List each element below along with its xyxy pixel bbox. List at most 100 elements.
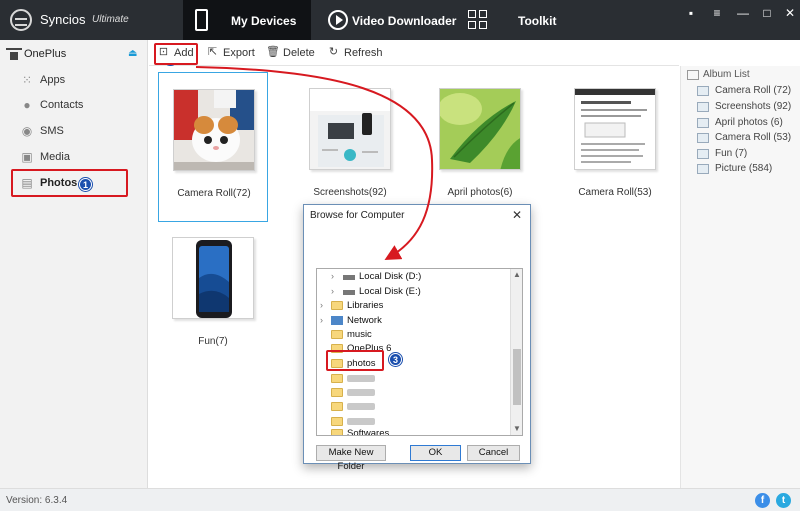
dialog-title: Browse for Computer (310, 210, 405, 221)
album-april-photos-6[interactable]: April photos(6) (425, 72, 535, 222)
tab-label: My Devices (231, 14, 297, 28)
tree-item-label: Network (347, 315, 382, 326)
redacted-label (347, 403, 375, 410)
scroll-down-icon[interactable]: ▼ (513, 424, 521, 433)
cancel-button[interactable]: Cancel (467, 445, 520, 461)
disk-icon (343, 290, 355, 295)
tree-item-network[interactable]: › Network (317, 314, 512, 328)
folder-icon (331, 417, 343, 426)
feedback-icon[interactable]: ▪ (684, 6, 698, 20)
chevron-right-icon[interactable]: › (320, 315, 323, 325)
status-bar: Version: 6.3.4 f t (0, 488, 800, 511)
tree-item-label: Libraries (347, 300, 384, 311)
device-selector[interactable]: OnePlus ⏏ (0, 43, 148, 65)
album-thumbnail (439, 88, 521, 170)
export-label: Export (223, 47, 255, 59)
photos-highlight-box (11, 169, 128, 197)
sidebar-item-contacts[interactable]: ● Contacts (0, 92, 148, 118)
delete-button[interactable]: 🗑 Delete (266, 46, 316, 62)
apps-icon: ⁙ (21, 73, 33, 87)
media-icon: ▣ (21, 150, 33, 164)
album-list-item[interactable]: Screenshots (92) (697, 99, 800, 115)
chevron-right-icon[interactable]: › (331, 286, 334, 296)
tree-item-libraries[interactable]: › Libraries (317, 299, 512, 313)
image-icon (697, 118, 709, 128)
album-list-item[interactable]: Picture (584) (697, 161, 800, 177)
sidebar-item-apps[interactable]: ⁙ Apps (0, 67, 148, 93)
tree-scrollbar[interactable]: ▲ ▼ (510, 269, 522, 435)
step-3-badge: 3 (389, 353, 402, 366)
sidebar-item-media[interactable]: ▣ Media (0, 144, 148, 170)
album-list-item[interactable]: April photos (6) (697, 115, 800, 131)
twitter-icon[interactable]: t (776, 493, 791, 508)
phone-icon (195, 9, 208, 31)
folder-icon (331, 402, 343, 411)
grid-icon (468, 10, 488, 30)
chevron-right-icon[interactable]: › (331, 271, 334, 281)
export-button[interactable]: ⇱ Export (206, 46, 258, 62)
left-sidebar: OnePlus ⏏ ⁙ Apps ● Contacts ◉ SMS ▣ Medi… (0, 40, 148, 488)
close-icon[interactable]: ✕ (783, 6, 797, 20)
maximize-icon[interactable]: □ (760, 6, 774, 20)
redacted-label (347, 389, 375, 396)
ok-button[interactable]: OK (410, 445, 461, 461)
sms-icon: ◉ (21, 124, 33, 138)
tab-video-downloader[interactable]: Video Downloader (316, 0, 459, 40)
tab-toolkit[interactable]: Toolkit (462, 0, 572, 40)
album-list-item[interactable]: Fun (7) (697, 146, 800, 162)
play-icon (328, 10, 348, 30)
image-icon (697, 86, 709, 96)
contacts-icon: ● (23, 98, 31, 112)
folder-icon (331, 330, 343, 339)
title-bar: Syncios Ultimate My Devices Video Downlo… (0, 0, 800, 40)
sidebar-item-label: Apps (40, 74, 66, 86)
album-camera-roll-72[interactable]: Camera Roll(72) (158, 72, 268, 222)
chevron-right-icon[interactable]: › (320, 300, 323, 310)
album-list-item-label: Camera Roll (53) (715, 132, 792, 143)
redacted-label (347, 418, 375, 425)
tree-item-redacted[interactable] (317, 400, 512, 414)
album-list-panel: Album List Camera Roll (72) Screenshots … (680, 66, 800, 488)
redacted-label (347, 375, 375, 382)
browse-for-computer-dialog: Browse for Computer ✕ › Local Disk (D:) … (303, 204, 531, 472)
album-screenshots-92[interactable]: Screenshots(92) (295, 72, 405, 222)
tree-item-disk-d[interactable]: › Local Disk (D:) (317, 270, 512, 284)
scrollbar-thumb[interactable] (513, 349, 521, 405)
sidebar-item-sms[interactable]: ◉ SMS (0, 118, 148, 144)
album-list-item[interactable]: Camera Roll (53) (697, 130, 800, 146)
album-list-item[interactable]: Camera Roll (72) (697, 83, 800, 99)
album-list-item-label: Camera Roll (72) (715, 85, 792, 96)
album-camera-roll-53[interactable]: Camera Roll(53) (560, 72, 670, 222)
close-icon[interactable]: ✕ (512, 208, 522, 222)
scroll-up-icon[interactable]: ▲ (513, 270, 521, 279)
app-edition: Ultimate (92, 14, 129, 25)
album-thumbnail (173, 89, 255, 171)
album-fun-7[interactable]: Fun(7) (158, 221, 268, 371)
tree-item-label: music (347, 329, 372, 340)
minimize-icon[interactable]: — (736, 6, 750, 20)
tree-item-redacted[interactable] (317, 372, 512, 386)
album-list-item-label: Screenshots (92) (715, 101, 792, 112)
tree-item-redacted[interactable] (317, 386, 512, 400)
trash-icon: 🗑 (266, 46, 280, 58)
make-new-folder-button[interactable]: Make New Folder (316, 445, 386, 472)
refresh-button[interactable]: ↻ Refresh (327, 46, 383, 62)
version-text: Version: 6.3.4 (6, 495, 68, 506)
tree-item-disk-e[interactable]: › Local Disk (E:) (317, 285, 512, 299)
facebook-icon[interactable]: f (755, 493, 770, 508)
album-label: Camera Roll(53) (578, 187, 652, 198)
tab-my-devices[interactable]: My Devices (183, 0, 311, 40)
album-list-item-label: April photos (6) (715, 117, 783, 128)
album-thumbnail (172, 237, 254, 319)
device-icon (6, 48, 22, 60)
album-label: April photos(6) (447, 187, 513, 198)
sidebar-item-label: Media (40, 151, 70, 163)
folder-icon (331, 374, 343, 383)
photos-folder-highlight-box (326, 350, 384, 371)
tree-item-music[interactable]: music (317, 328, 512, 342)
tree-item-softwares[interactable]: Softwares (317, 427, 512, 435)
image-icon (697, 102, 709, 112)
menu-icon[interactable]: ≡ (710, 6, 724, 20)
album-list-title: Album List (703, 69, 750, 80)
eject-icon[interactable]: ⏏ (128, 48, 137, 59)
